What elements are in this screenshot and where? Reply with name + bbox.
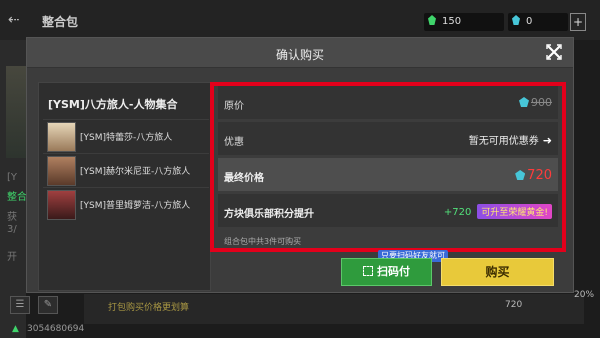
diamond-icon	[515, 170, 526, 180]
bundle-item-thumbnail	[47, 122, 76, 152]
background-bottom-text: 打包购买价格更划算	[108, 303, 190, 313]
green-currency: 150	[424, 13, 504, 31]
background-bottom-percent: 20%	[574, 290, 595, 300]
final-price-label: 最终价格	[224, 173, 264, 184]
coupon-value: 暂无可用优惠券	[468, 136, 539, 147]
club-points-value: +720	[443, 207, 472, 218]
original-price-value: 900	[531, 96, 552, 109]
original-price-label: 原价	[224, 101, 244, 112]
original-price: 900	[519, 96, 552, 109]
page-title: 整合包	[42, 15, 79, 29]
bundle-item-thumbnail	[47, 190, 76, 220]
background-text: 整合	[7, 192, 27, 203]
dialog-title: 确认购买	[275, 48, 324, 62]
green-currency-value: 150	[442, 16, 462, 27]
bundle-item[interactable]: [YSM]普里姆萝洁-八方旅人	[43, 187, 209, 220]
club-points-row: 方块俱乐部积分提升 +720 可升至荣耀黄金!	[218, 194, 558, 227]
scan-icon	[363, 266, 373, 276]
device-id: 3054680694	[27, 324, 85, 334]
final-price-row: 最终价格 720	[218, 158, 558, 191]
list-icon[interactable]: ☰	[10, 296, 30, 314]
discount-row[interactable]: 优惠 暂无可用优惠券 ➜	[218, 122, 558, 155]
background-text: 3/	[7, 224, 17, 235]
discount-label: 优惠	[224, 137, 244, 148]
bundle-item-label: [YSM]普里姆萝洁-八方旅人	[80, 201, 191, 211]
dialog-header: 确认购买	[27, 38, 573, 68]
final-price-value: 720	[527, 168, 552, 183]
bundle-panel: [YSM]八方旅人-人物集合 [YSM]特蕾莎-八方旅人 [YSM]赫尔米尼亚-…	[38, 82, 211, 291]
bundle-item-thumbnail	[47, 156, 76, 186]
background-thumbnail	[6, 66, 26, 158]
arrow-right-icon: ➜	[542, 134, 552, 147]
green-gem-icon	[428, 15, 436, 25]
blue-currency: 0	[508, 13, 568, 31]
coupon-selector[interactable]: 暂无可用优惠券 ➜	[469, 132, 552, 147]
top-bar: ⇠ 整合包 150 0 +	[0, 0, 600, 40]
close-icon[interactable]	[545, 43, 563, 61]
edit-icon[interactable]: ✎	[38, 296, 58, 314]
bundle-item-label: [YSM]赫尔米尼亚-八方旅人	[80, 167, 191, 177]
scan-pay-label: 扫码付	[377, 265, 410, 278]
background-text: 获	[7, 212, 17, 223]
background-bottom-price: 720	[505, 300, 523, 310]
buy-label: 购买	[485, 265, 510, 279]
bundle-item[interactable]: [YSM]赫尔米尼亚-八方旅人	[43, 153, 209, 186]
final-price: 720	[515, 168, 552, 183]
club-points-label: 方块俱乐部积分提升	[224, 209, 314, 220]
background-text: [Y	[7, 172, 18, 183]
scan-pay-button[interactable]: 扫码付	[341, 258, 432, 286]
club-points: +720 可升至荣耀黄金!	[444, 204, 552, 219]
price-details-panel: 原价 900 优惠 暂无可用优惠券 ➜ 最终价格 720 方块俱乐部积分提升 +7…	[210, 82, 566, 252]
bundle-item[interactable]: [YSM]特蕾莎-八方旅人	[43, 119, 209, 152]
blue-gem-icon	[512, 15, 520, 25]
bundle-item-label: [YSM]特蕾莎-八方旅人	[80, 133, 173, 143]
back-icon[interactable]: ⇠	[8, 12, 20, 28]
rank-badge: 可升至荣耀黄金!	[477, 204, 552, 219]
add-currency-button[interactable]: +	[570, 13, 586, 31]
bundle-name: [YSM]八方旅人-人物集合	[48, 98, 178, 111]
wifi-icon: ▲	[12, 324, 19, 334]
background-text: 开	[7, 252, 17, 263]
bundle-hint: 组合包中共3件可购买	[224, 237, 302, 246]
original-price-row: 原价 900	[218, 86, 558, 119]
confirm-purchase-dialog: 确认购买 [YSM]八方旅人-人物集合 [YSM]特蕾莎-八方旅人 [YSM]赫…	[26, 37, 574, 293]
buy-button[interactable]: 购买	[441, 258, 554, 286]
blue-currency-value: 0	[526, 16, 533, 27]
diamond-icon	[519, 97, 529, 107]
